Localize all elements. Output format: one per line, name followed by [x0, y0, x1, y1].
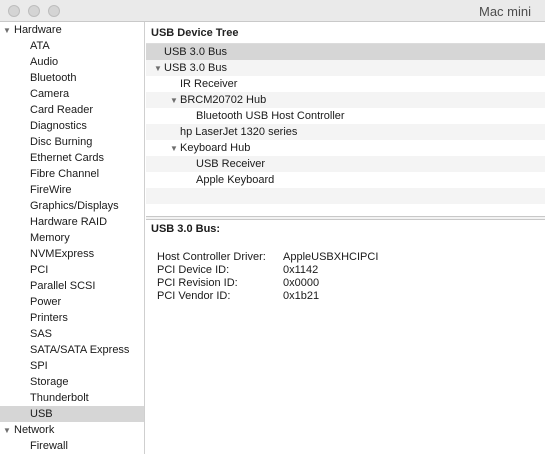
disclosure-triangle-icon[interactable]: ▼	[154, 61, 164, 77]
property-key: PCI Revision ID:	[157, 277, 238, 289]
detail-title: USB 3.0 Bus:	[151, 223, 221, 235]
sidebar-group-label: Hardware	[14, 24, 62, 36]
sidebar-item-sata-sata-express[interactable]: SATA/SATA Express	[0, 342, 144, 358]
sidebar-item-ata[interactable]: ATA	[0, 38, 144, 54]
disclosure-triangle-icon[interactable]: ▼	[170, 141, 180, 157]
sidebar-item-power[interactable]: Power	[0, 294, 144, 310]
tree-row-ir-receiver[interactable]: IR Receiver	[146, 76, 545, 92]
tree-row-usb-3-0-bus[interactable]: USB 3.0 Bus	[146, 44, 545, 60]
window-title: Mac mini	[478, 4, 531, 19]
disclosure-triangle-icon[interactable]: ▼	[170, 93, 180, 109]
usb-device-tree: USB 3.0 Bus ▼ USB 3.0 Bus IR Receiver ▼ BRCM2…	[146, 44, 545, 204]
tree-row-label: Apple Keyboard	[196, 174, 275, 186]
tree-row-usb-receiver[interactable]: USB Receiver	[146, 156, 545, 172]
sidebar-item-audio[interactable]: Audio	[0, 54, 144, 70]
tree-row-bluetooth-usb-host-controller[interactable]: Bluetooth USB Host Controller	[146, 108, 545, 124]
tree-row-label: Keyboard Hub	[180, 142, 251, 154]
sidebar-item-graphics-displays[interactable]: Graphics/Displays	[0, 198, 144, 214]
property-value: AppleUSBXHCIPCI	[283, 251, 379, 263]
tree-row-empty	[146, 188, 545, 204]
tree-row-hp-laserjet-1320-series[interactable]: hp LaserJet 1320 series	[146, 124, 545, 140]
sidebar-item-printers[interactable]: Printers	[0, 310, 144, 326]
property-key: PCI Vendor ID:	[157, 290, 231, 302]
property-row: PCI Device ID: 0x1142	[157, 264, 318, 277]
tree-row-apple-keyboard[interactable]: Apple Keyboard	[146, 172, 545, 188]
sidebar-item-firewire[interactable]: FireWire	[0, 182, 144, 198]
sidebar: ▼ Hardware ATA Audio Bluetooth Camera Card Rea…	[0, 22, 145, 454]
split-view-divider[interactable]	[146, 216, 545, 220]
tree-row-label: USB 3.0 Bus	[164, 46, 227, 58]
main-pane: USB Device Tree USB 3.0 Bus ▼ USB 3.0 Bus I…	[146, 22, 545, 454]
property-key: PCI Device ID:	[157, 264, 230, 276]
tree-row-label: USB 3.0 Bus	[164, 62, 227, 74]
sidebar-item-ethernet-cards[interactable]: Ethernet Cards	[0, 150, 144, 166]
property-value: 0x1b21	[283, 290, 320, 302]
sidebar-group-network[interactable]: ▼ Network	[0, 422, 144, 438]
sidebar-item-card-reader[interactable]: Card Reader	[0, 102, 144, 118]
sidebar-item-disc-burning[interactable]: Disc Burning	[0, 134, 144, 150]
tree-row-label: USB Receiver	[196, 158, 266, 170]
property-key: Host Controller Driver:	[157, 251, 266, 263]
sidebar-item-nvmexpress[interactable]: NVMExpress	[0, 246, 144, 262]
sidebar-item-hardware-raid[interactable]: Hardware RAID	[0, 214, 144, 230]
tree-row-label: Bluetooth USB Host Controller	[196, 110, 345, 122]
sidebar-item-diagnostics[interactable]: Diagnostics	[0, 118, 144, 134]
sidebar-item-pci[interactable]: PCI	[0, 262, 144, 278]
tree-row-label: IR Receiver	[180, 78, 238, 90]
minimize-window-button[interactable]	[28, 5, 40, 17]
zoom-window-button[interactable]	[48, 5, 60, 17]
sidebar-item-storage[interactable]: Storage	[0, 374, 144, 390]
sidebar-item-sas[interactable]: SAS	[0, 326, 144, 342]
device-tree-header: USB Device Tree	[146, 22, 545, 44]
sidebar-item-thunderbolt[interactable]: Thunderbolt	[0, 390, 144, 406]
tree-row-label: hp LaserJet 1320 series	[180, 126, 298, 138]
disclosure-triangle-icon[interactable]: ▼	[3, 423, 14, 439]
property-row: PCI Vendor ID: 0x1b21	[157, 290, 319, 303]
tree-row-label: BRCM20702 Hub	[180, 94, 267, 106]
sidebar-item-bluetooth[interactable]: Bluetooth	[0, 70, 144, 86]
disclosure-triangle-icon[interactable]: ▼	[3, 23, 14, 39]
sidebar-item-spi[interactable]: SPI	[0, 358, 144, 374]
title-bar: Mac mini	[0, 0, 545, 22]
sidebar-item-firewall[interactable]: Firewall	[0, 438, 144, 454]
sidebar-group-label: Network	[14, 424, 55, 436]
property-value: 0x0000	[283, 277, 320, 289]
sidebar-group-hardware[interactable]: ▼ Hardware	[0, 22, 144, 38]
tree-row-usb-3-0-bus[interactable]: ▼ USB 3.0 Bus	[146, 60, 545, 76]
sidebar-item-camera[interactable]: Camera	[0, 86, 144, 102]
property-row: PCI Revision ID: 0x0000	[157, 277, 319, 290]
sidebar-item-fibre-channel[interactable]: Fibre Channel	[0, 166, 144, 182]
property-value: 0x1142	[283, 264, 319, 276]
property-row: Host Controller Driver: AppleUSBXHCIPCI	[157, 251, 378, 264]
sidebar-item-memory[interactable]: Memory	[0, 230, 144, 246]
close-window-button[interactable]	[8, 5, 20, 17]
tree-row-keyboard-hub[interactable]: ▼ Keyboard Hub	[146, 140, 545, 156]
tree-row-brcm20702-hub[interactable]: ▼ BRCM20702 Hub	[146, 92, 545, 108]
sidebar-item-parallel-scsi[interactable]: Parallel SCSI	[0, 278, 144, 294]
sidebar-item-usb[interactable]: USB	[0, 406, 144, 422]
